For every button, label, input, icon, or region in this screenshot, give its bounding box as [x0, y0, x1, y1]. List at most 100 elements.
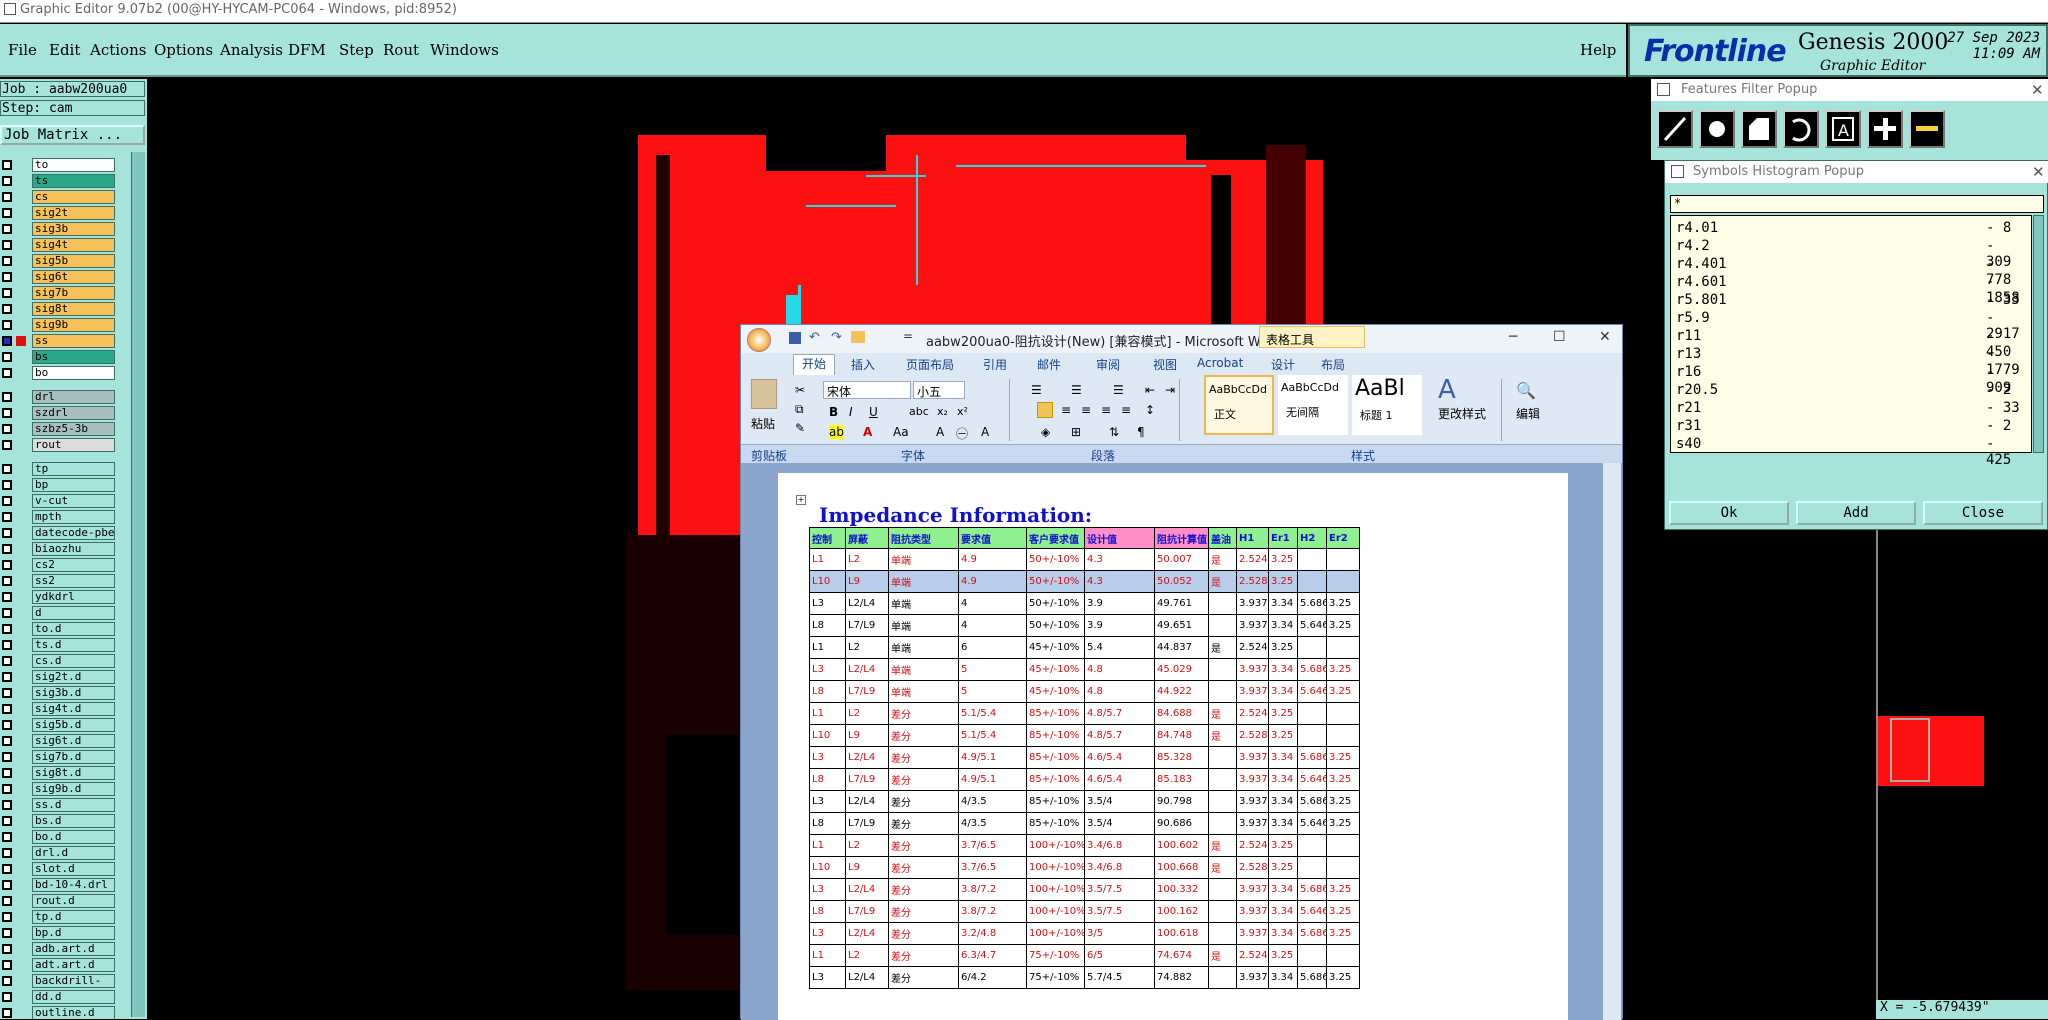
multilevel-list-icon[interactable]: ☰ [1113, 383, 1124, 397]
layer-name[interactable]: sig9b.d [32, 782, 115, 796]
layer-checkbox[interactable] [2, 800, 12, 810]
overview-viewport[interactable] [1890, 718, 1930, 782]
layer-name[interactable]: sig2t [32, 206, 115, 220]
table-cell[interactable]: L1 [809, 636, 846, 659]
table-cell[interactable]: 是 [1208, 548, 1237, 571]
layer-checkbox[interactable] [2, 704, 12, 714]
open-icon[interactable] [851, 331, 865, 343]
symbol-list[interactable]: r4.01 - 8 r4.2- 309 r4.401- 778 r4.601- 1858… [1670, 215, 2032, 468]
table-cell[interactable]: 50+/-10% [1026, 614, 1085, 637]
table-cell[interactable]: 2.524 [1236, 702, 1269, 725]
table-cell[interactable]: 74.882 [1154, 966, 1209, 989]
table-cell[interactable]: 74.674 [1154, 944, 1209, 967]
layer-row[interactable]: d [0, 606, 120, 620]
layer-row[interactable]: sig7b.d [0, 750, 120, 764]
table-cell[interactable]: 3.25 [1326, 614, 1360, 637]
ribbon-tab[interactable]: 设计 [1271, 356, 1295, 373]
ribbon-tab[interactable]: 审阅 [1096, 356, 1120, 373]
table-cell[interactable]: 3.937 [1236, 614, 1269, 637]
layer-name[interactable]: bs [32, 350, 115, 364]
menu-help[interactable]: Help [1580, 41, 1616, 59]
table-cell[interactable] [1297, 636, 1327, 659]
layer-name[interactable]: sig2t.d [32, 670, 115, 684]
change-styles-label[interactable]: 更改样式 [1438, 405, 1486, 422]
surface-feature-icon[interactable] [1741, 110, 1777, 148]
layer-row[interactable]: dd.d [0, 990, 120, 1004]
symbol-row[interactable]: r5.9- 2917 [1676, 310, 2026, 342]
table-cell[interactable]: L2 [845, 944, 889, 967]
layer-row[interactable]: sig2t [0, 206, 120, 220]
layer-checkbox[interactable] [2, 528, 12, 538]
layer-checkbox[interactable] [2, 768, 12, 778]
layer-checkbox[interactable] [2, 192, 12, 202]
layer-name[interactable]: szdrl [32, 406, 115, 420]
table-row[interactable]: L3 L2/L4 差分 3.8/7.2 100+/-10% 3.5/7.5 100.332 3… [809, 878, 1360, 901]
layer-row[interactable]: bs.d [0, 814, 120, 828]
distribute-icon[interactable]: ≡ [1121, 403, 1131, 417]
table-cell[interactable]: L10 [809, 724, 846, 747]
layer-name[interactable]: bp.d [32, 926, 115, 940]
table-cell[interactable]: 单端 [888, 614, 959, 637]
table-cell[interactable]: 100.602 [1154, 834, 1209, 857]
layer-row[interactable]: sig6t.d [0, 734, 120, 748]
table-cell[interactable]: 5.646 [1297, 768, 1327, 791]
layer-row[interactable]: ts [0, 174, 120, 188]
layer-name[interactable]: rout.d [32, 894, 115, 908]
table-row[interactable]: L1 L2 单端 6 45+/-10% 5.4 44.837 是 2.524 3.25 [809, 636, 1360, 659]
table-cell[interactable]: 3.25 [1268, 636, 1298, 659]
layer-checkbox[interactable] [2, 544, 12, 554]
symbol-row[interactable]: r13- 1779 [1676, 346, 2026, 378]
table-row[interactable]: L10 L9 差分 5.1/5.4 85+/-10% 4.8/5.7 84.748 是 2.52… [809, 724, 1360, 747]
table-cell[interactable]: 85+/-10% [1026, 812, 1085, 835]
layer-row[interactable]: sig7b [0, 286, 120, 300]
table-cell[interactable] [1208, 790, 1237, 813]
table-cell[interactable]: 2.524 [1236, 834, 1269, 857]
table-cell[interactable] [1326, 834, 1360, 857]
table-cell[interactable]: 50.007 [1154, 548, 1209, 571]
table-cell[interactable] [1297, 570, 1327, 593]
table-cell[interactable]: 85+/-10% [1026, 724, 1085, 747]
table-cell[interactable]: 100+/-10% [1026, 922, 1085, 945]
menu-analysis[interactable]: Analysis [220, 41, 283, 59]
text-feature-icon[interactable]: A [1825, 110, 1861, 148]
table-cell[interactable]: 是 [1208, 570, 1237, 593]
menu-rout[interactable]: Rout [383, 41, 419, 59]
table-cell[interactable]: 85+/-10% [1026, 746, 1085, 769]
table-cell[interactable]: L1 [809, 944, 846, 967]
table-cell[interactable]: 3.8/7.2 [958, 878, 1027, 901]
layer-checkbox[interactable] [2, 208, 12, 218]
table-cell[interactable]: L10 [809, 856, 846, 879]
layer-checkbox[interactable] [2, 160, 12, 170]
table-cell[interactable]: 2.528 [1236, 724, 1269, 747]
table-cell[interactable]: L2/L4 [845, 878, 889, 901]
layer-checkbox[interactable] [2, 928, 12, 938]
borders-icon[interactable]: ⊞ [1071, 425, 1081, 439]
underline-icon[interactable]: U [869, 405, 878, 419]
grow-font-icon[interactable]: A [981, 425, 989, 439]
table-cell[interactable]: 100.618 [1154, 922, 1209, 945]
table-cell[interactable]: 3.937 [1236, 658, 1269, 681]
symbol-row[interactable]: r4.401- 778 [1676, 256, 2026, 288]
table-cell[interactable]: 4/3.5 [958, 790, 1027, 813]
table-cell[interactable] [1326, 636, 1360, 659]
layer-row[interactable]: sig3b [0, 222, 120, 236]
symbol-row[interactable]: r4.2- 309 [1676, 238, 2026, 270]
layer-checkbox[interactable] [2, 832, 12, 842]
symbol-filter-input[interactable]: * [1670, 195, 2044, 213]
table-cell[interactable]: 3.937 [1236, 878, 1269, 901]
table-cell[interactable]: 3.937 [1236, 790, 1269, 813]
layer-name[interactable]: backdrill- [32, 974, 115, 988]
table-cell[interactable]: L3 [809, 966, 846, 989]
align-right-icon[interactable]: ≡ [1081, 403, 1091, 417]
table-cell[interactable]: 3.25 [1326, 790, 1360, 813]
table-cell[interactable]: 5.7/4.5 [1084, 966, 1155, 989]
table-cell[interactable]: L9 [845, 724, 889, 747]
ribbon-tab[interactable]: 视图 [1153, 356, 1177, 373]
table-cell[interactable]: L7/L9 [845, 812, 889, 835]
table-cell[interactable]: 3.34 [1268, 966, 1298, 989]
menu-file[interactable]: File [8, 41, 37, 59]
menu-windows[interactable]: Windows [430, 41, 499, 59]
table-cell[interactable]: 单端 [888, 592, 959, 615]
change-styles-icon[interactable]: A [1438, 375, 1456, 405]
table-cell[interactable]: 100+/-10% [1026, 834, 1085, 857]
